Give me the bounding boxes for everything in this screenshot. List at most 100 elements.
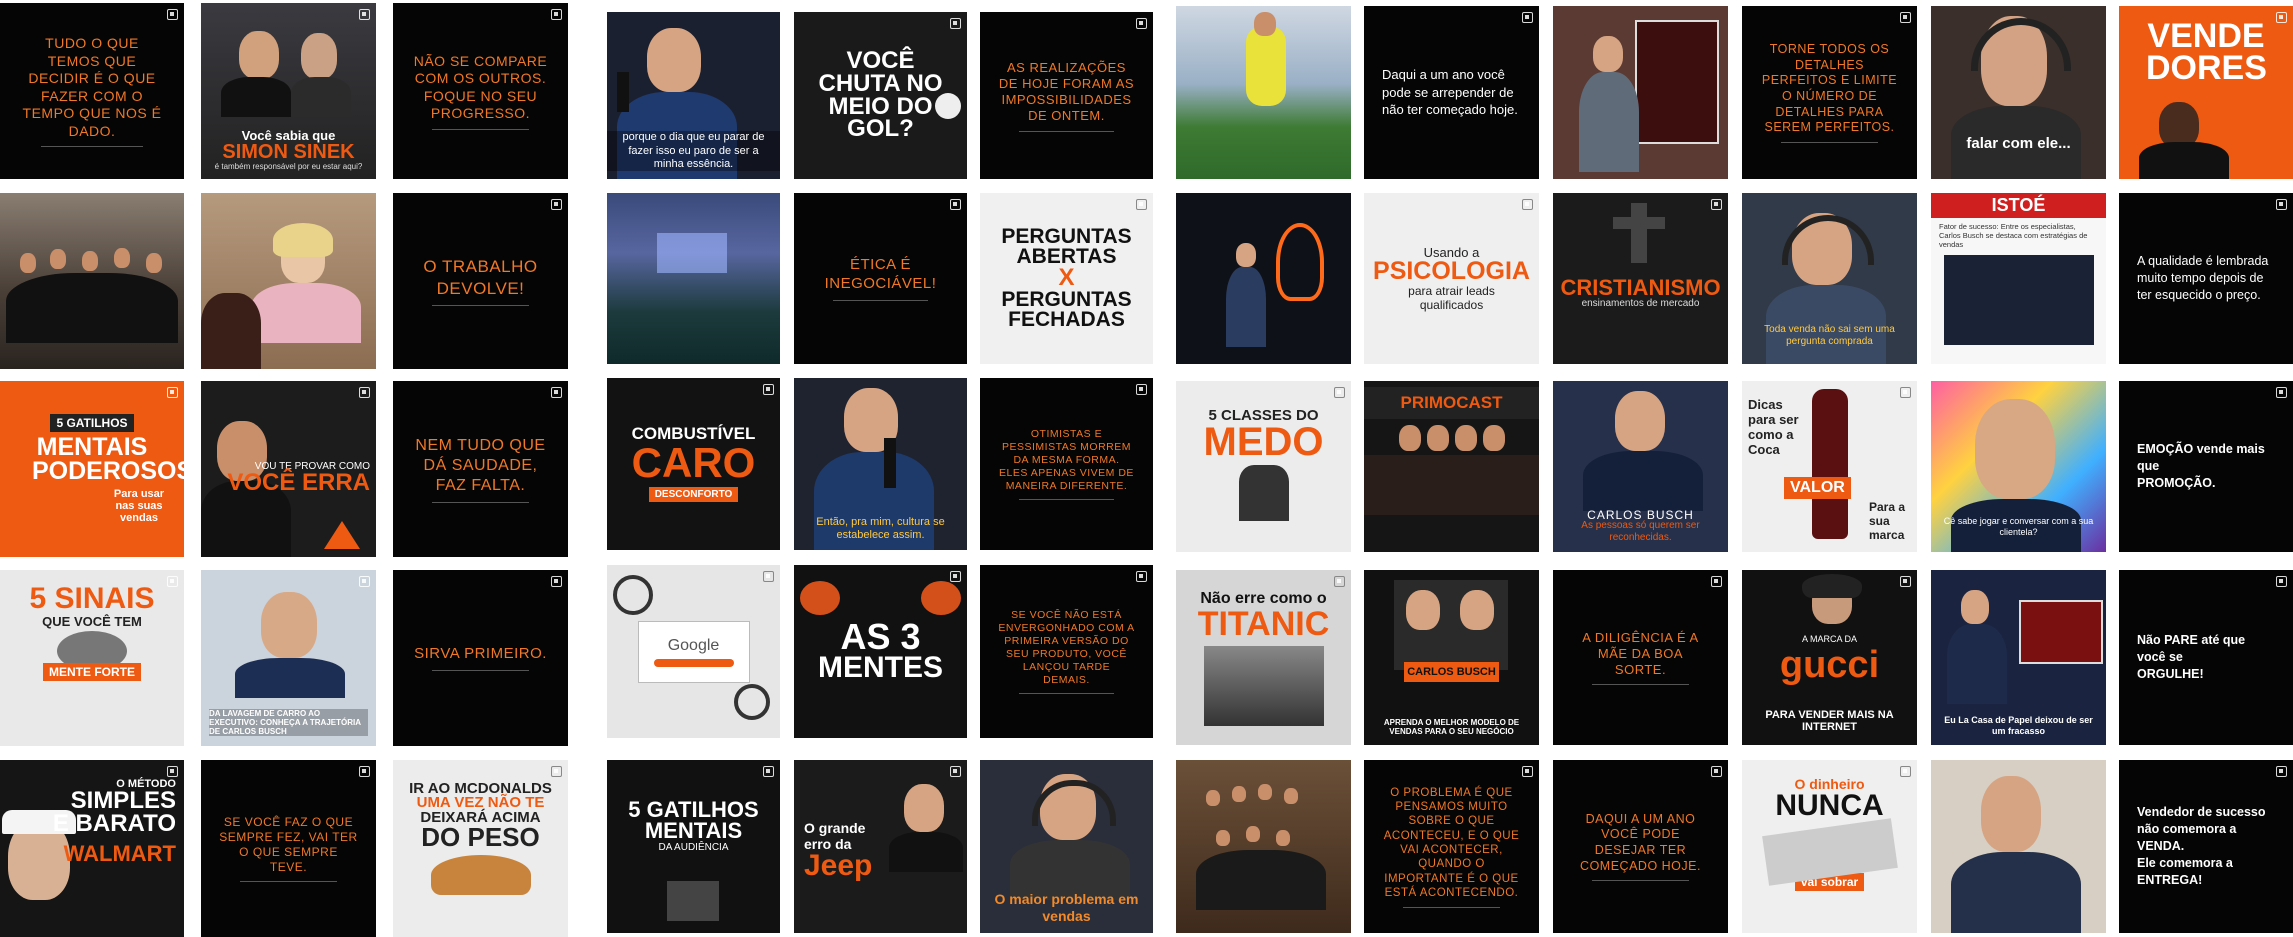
post-tile[interactable]: ÉTICA É INEGOCIÁVEL! xyxy=(794,193,967,364)
post-tile[interactable]: NEM TUDO QUE DÁ SAUDADE, FAZ FALTA. xyxy=(393,381,568,557)
post-tile[interactable]: Você sabia que SIMON SINEK é também resp… xyxy=(201,3,376,179)
money-icon xyxy=(1761,817,1898,886)
divider xyxy=(41,146,143,147)
post-tile[interactable] xyxy=(1553,6,1728,179)
post-tile[interactable]: O PROBLEMA É QUE PENSAMOS MUITO SOBRE O … xyxy=(1364,760,1539,933)
post-tile[interactable] xyxy=(607,193,780,364)
pin-icon xyxy=(1900,766,1911,777)
headline-big: MEDO xyxy=(1203,420,1324,465)
photo-child xyxy=(201,193,376,369)
post-tile[interactable]: ISTOÉ Fator de sucesso: Entre os especia… xyxy=(1931,193,2106,364)
quote-text: A qualidade é lembrada muito tempo depoi… xyxy=(2137,254,2269,302)
brain-icon xyxy=(921,581,961,615)
pin-icon xyxy=(2276,576,2287,587)
post-tile[interactable] xyxy=(1176,760,1351,933)
post-tile[interactable]: O MÉTODO SIMPLES E BARATO WALMART xyxy=(0,760,184,937)
post-tile[interactable]: Então, pra mim, cultura se estabelece as… xyxy=(794,378,967,550)
post-tile[interactable]: TUDO O QUE TEMOS QUE DECIDIR É O QUE FAZ… xyxy=(0,3,184,179)
headline-big: CARO xyxy=(631,438,756,486)
divider xyxy=(1781,141,1878,143)
post-tile[interactable]: Cê sabe jogar e conversar com a sua clie… xyxy=(1931,381,2106,552)
post-tile[interactable]: OTIMISTAS E PESSIMISTAS MORREM DA MESMA … xyxy=(980,378,1153,550)
post-tile[interactable]: SE VOCÊ NÃO ESTÁ ENVERGONHADO COM A PRIM… xyxy=(980,565,1153,738)
pin-icon xyxy=(551,576,562,587)
post-tile[interactable]: Não PARE até que você se ORGULHE! xyxy=(2119,570,2293,745)
post-tile[interactable]: VOU TE PROVAR COMO VOCÊ ERRA xyxy=(201,381,376,557)
pin-icon xyxy=(1136,571,1147,582)
post-tile[interactable]: VENDE DORES xyxy=(2119,6,2293,179)
post-tile[interactable] xyxy=(1176,6,1351,179)
post-tile[interactable]: DA LAVAGEM DE CARRO AO EXECUTIVO: CONHEÇ… xyxy=(201,570,376,746)
post-tile[interactable]: porque o dia que eu parar de fazer isso … xyxy=(607,12,780,179)
divider xyxy=(1592,684,1689,686)
post-tile[interactable]: TORNE TODOS OS DETALHES PERFEITOS E LIMI… xyxy=(1742,6,1917,179)
post-tile[interactable]: SIRVA PRIMEIRO. xyxy=(393,570,568,746)
post-tile[interactable]: PRIMOCAST xyxy=(1364,381,1539,552)
post-tile[interactable]: Toda venda não sai sem uma pergunta comp… xyxy=(1742,193,1917,364)
pin-icon xyxy=(167,766,178,777)
quote-text: AS REALIZAÇÕES DE HOJE FORAM AS IMPOSSIB… xyxy=(998,59,1135,124)
post-tile[interactable]: Daqui a um ano você pode se arrepender d… xyxy=(1364,6,1539,179)
post-tile[interactable]: Eu La Casa de Papel deixou de ser um fra… xyxy=(1931,570,2106,745)
google-logo: Google xyxy=(667,636,720,654)
post-tile[interactable]: Dicas para ser como a Coca VALOR Para a … xyxy=(1742,381,1917,552)
quote-text: ÉTICA É INEGOCIÁVEL! xyxy=(824,256,937,292)
post-tile[interactable]: 5 CLASSES DO MEDO xyxy=(1176,381,1351,552)
post-tile[interactable]: VOCÊ CHUTA NO MEIO DO GOL? xyxy=(794,12,967,179)
post-tile[interactable]: IR AO MCDONALDS UMA VEZ NÃO TE DEIXARÁ A… xyxy=(393,760,568,937)
post-tile[interactable]: A DILIGÊNCIA É A MÃE DA BOA SORTE. xyxy=(1553,570,1728,745)
headline-badge: DESCONFORTO xyxy=(648,486,739,502)
pin-icon xyxy=(950,199,961,210)
post-tile[interactable]: CRISTIANISMO ensinamentos de mercado xyxy=(1553,193,1728,364)
post-tile[interactable]: CARLOS BUSCH APRENDA O MELHOR MODELO DE … xyxy=(1364,570,1539,745)
pin-icon xyxy=(1522,199,1533,210)
post-tile[interactable]: AS 3 MENTES xyxy=(794,565,967,738)
post-tile[interactable] xyxy=(0,193,184,369)
post-tile[interactable]: falar com ele... xyxy=(1931,6,2106,179)
caption: falar com ele... xyxy=(1966,135,2071,152)
post-tile[interactable]: Não erre como o TITANIC xyxy=(1176,570,1351,745)
post-tile[interactable]: Usando a PSICOLOGIA para atrair leads qu… xyxy=(1364,193,1539,364)
pin-icon xyxy=(2276,12,2287,23)
post-tile[interactable] xyxy=(201,193,376,369)
brain-icon xyxy=(800,581,840,615)
post-tile[interactable]: COMBUSTÍVEL CARO DESCONFORTO xyxy=(607,378,780,550)
post-tile[interactable]: O grande erro da Jeep xyxy=(794,760,967,933)
divider xyxy=(832,299,929,301)
divider xyxy=(1018,130,1115,132)
post-tile[interactable]: PERGUNTAS ABERTAS X PERGUNTAS FECHADAS xyxy=(980,193,1153,364)
pin-icon xyxy=(551,766,562,777)
post-tile[interactable]: A qualidade é lembrada muito tempo depoi… xyxy=(2119,193,2293,364)
bottle-icon xyxy=(1812,389,1848,539)
post-tile[interactable]: A MARCA DA gucci PARA VENDER MAIS NA INT… xyxy=(1742,570,1917,745)
post-tile[interactable]: 5 SINAIS QUE VOCÊ TEM MENTE FORTE xyxy=(0,570,184,746)
caption: DA LAVAGEM DE CARRO AO EXECUTIVO: CONHEÇ… xyxy=(209,709,368,736)
post-tile[interactable] xyxy=(1931,760,2106,933)
pin-icon xyxy=(359,766,370,777)
pin-icon xyxy=(1900,387,1911,398)
post-tile[interactable]: NÃO SE COMPARE COM OS OUTROS. FOQUE NO S… xyxy=(393,3,568,179)
post-tile[interactable]: DAQUI A UM ANO VOCÊ PODE DESEJAR TER COM… xyxy=(1553,760,1728,933)
post-tile[interactable]: 5 GATILHOS MENTAIS PODEROSOS Para usar n… xyxy=(0,381,184,557)
headline-big: Jeep xyxy=(804,849,873,882)
post-tile[interactable]: O maior problema em vendas xyxy=(980,760,1153,933)
headline-big: VOCÊ CHUTA NO MEIO DO GOL? xyxy=(818,46,943,143)
quote-text: A DILIGÊNCIA É A MÃE DA BOA SORTE. xyxy=(1582,629,1699,678)
pin-icon xyxy=(1136,384,1147,395)
headline-line: Dicas para ser como a Coca xyxy=(1748,397,1799,457)
post-tile[interactable]: EMOÇÃO vende mais que PROMOÇÃO. xyxy=(2119,381,2293,552)
post-tile[interactable]: CARLOS BUSCH As pessoas só querem ser re… xyxy=(1553,381,1728,552)
pin-icon xyxy=(950,18,961,29)
post-tile[interactable]: O dinheiro NUNCA vai sobrar xyxy=(1742,760,1917,933)
post-tile[interactable]: AS REALIZAÇÕES DE HOJE FORAM AS IMPOSSIB… xyxy=(980,12,1153,179)
pin-icon xyxy=(1334,387,1345,398)
post-tile[interactable] xyxy=(1176,193,1351,364)
post-tile[interactable]: Google xyxy=(607,565,780,738)
post-tile[interactable]: Vendedor de sucesso não comemora a VENDA… xyxy=(2119,760,2293,933)
photo-man-presenting xyxy=(1553,6,1728,179)
headline-name: SIMON SINEK xyxy=(222,141,355,163)
post-tile[interactable]: 5 GATILHOS MENTAIS DA AUDIÊNCIA xyxy=(607,760,780,933)
quote-text: Não PARE até que você se xyxy=(2137,633,2246,665)
post-tile[interactable]: SE VOCÊ FAZ O QUE SEMPRE FEZ, VAI TER O … xyxy=(201,760,376,937)
post-tile[interactable]: O TRABALHO DEVOLVE! xyxy=(393,193,568,369)
